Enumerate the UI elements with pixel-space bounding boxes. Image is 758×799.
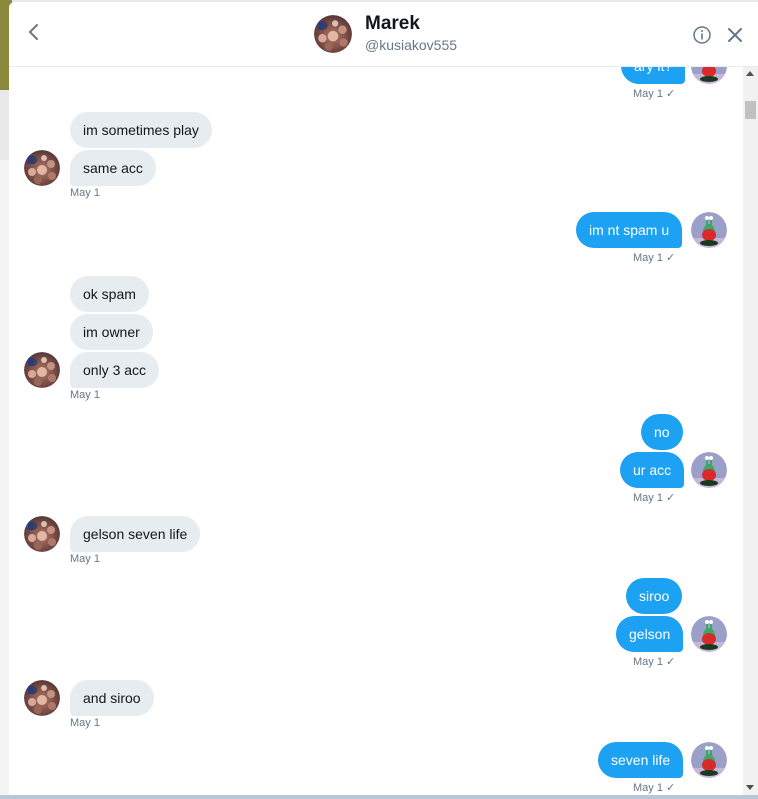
avatar[interactable] [691, 742, 727, 778]
message-bubble-outgoing[interactable]: siroo [626, 578, 683, 614]
avatar[interactable] [24, 150, 60, 186]
message-timestamp: May 1 [70, 187, 100, 199]
message-timestamp: May 1 [70, 717, 100, 729]
message-bubble-outgoing[interactable]: no [641, 414, 683, 450]
message-bubble-incoming[interactable]: same acc [70, 150, 156, 186]
chevron-left-icon [29, 24, 38, 40]
scroll-down-arrow-icon[interactable] [746, 785, 754, 790]
conversation-header: Marek @kusiakov555 [9, 2, 758, 67]
message-bubble-incoming[interactable]: and siroo [70, 680, 154, 716]
avatar[interactable] [24, 352, 60, 388]
message-bubble-incoming[interactable]: gelson seven life [70, 516, 201, 552]
avatar[interactable] [24, 680, 60, 716]
message-bubble-outgoing[interactable]: im nt spam u [576, 212, 683, 248]
avatar[interactable] [691, 67, 727, 84]
scroll-up-arrow-icon[interactable] [746, 71, 754, 76]
close-icon [728, 28, 742, 42]
conversation-name[interactable]: Marek [365, 13, 420, 35]
message-bubble-incoming[interactable]: ok spam [70, 276, 149, 312]
message-timestamp: May 1 ✓ [633, 252, 676, 264]
message-bubble-incoming[interactable]: im owner [70, 314, 153, 350]
message-bubble-outgoing[interactable]: seven life [598, 742, 684, 778]
thread-scrollbar[interactable] [743, 67, 758, 799]
message-timestamp: May 1 ✓ [633, 492, 676, 504]
message-bubble-incoming[interactable]: im sometimes play [70, 112, 212, 148]
message-bubble-outgoing[interactable]: ur acc [620, 452, 685, 488]
message-timestamp: May 1 ✓ [633, 656, 676, 668]
back-button[interactable] [23, 20, 47, 44]
message-timestamp: May 1 [70, 389, 100, 401]
message-timestamp: May 1 [70, 553, 100, 565]
avatar[interactable] [691, 616, 727, 652]
conversation-handle[interactable]: @kusiakov555 [365, 37, 457, 53]
avatar[interactable] [24, 516, 60, 552]
avatar[interactable] [314, 15, 352, 53]
message-bubble-outgoing[interactable]: gelson [616, 616, 684, 652]
avatar[interactable] [691, 452, 727, 488]
message-bubble-incoming[interactable]: only 3 acc [70, 352, 160, 388]
dm-conversation-modal: Marek @kusiakov555 ary it? May 1 ✓ im so… [9, 2, 758, 799]
message-thread[interactable]: ary it? May 1 ✓ im sometimes play same a… [9, 67, 743, 799]
message-bubble-outgoing[interactable]: ary it? [621, 67, 686, 84]
bottom-edge-bar [0, 795, 758, 799]
message-timestamp: May 1 ✓ [633, 782, 676, 794]
avatar[interactable] [691, 212, 727, 248]
info-button[interactable] [692, 25, 712, 45]
scrollbar-thumb[interactable] [745, 101, 756, 119]
message-timestamp: May 1 ✓ [633, 88, 676, 100]
info-icon [693, 26, 711, 44]
close-button[interactable] [725, 25, 745, 45]
